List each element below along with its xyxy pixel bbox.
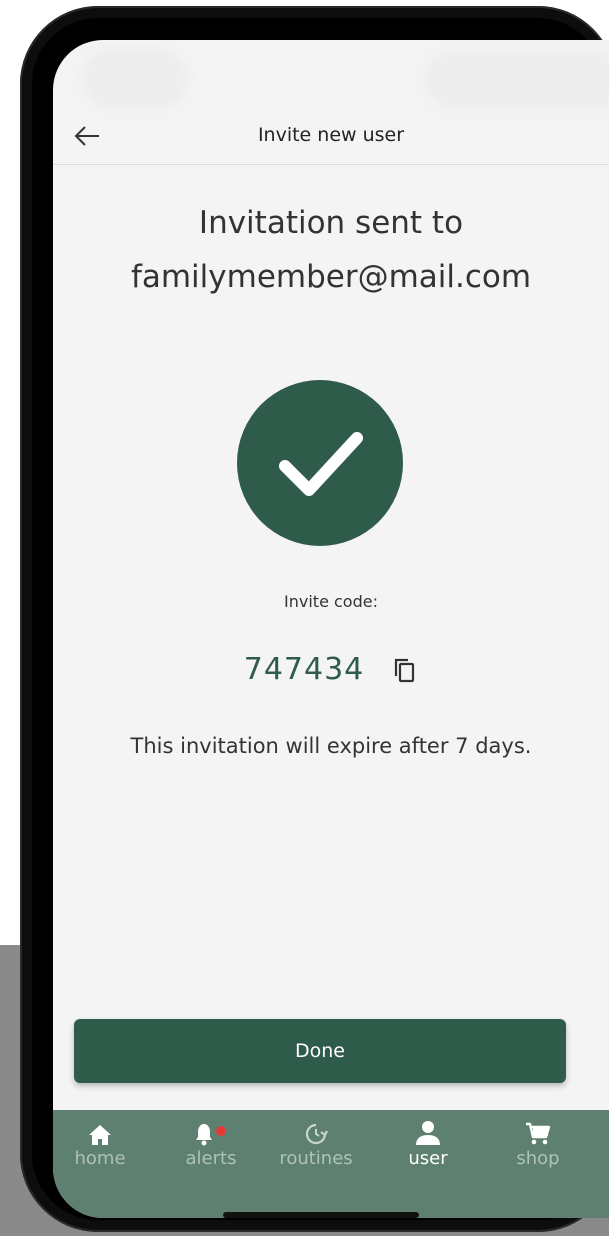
bottom-navigation: home alerts routines user shop bbox=[53, 1110, 609, 1218]
clock-refresh-icon bbox=[305, 1123, 328, 1145]
nav-label-alerts: alerts bbox=[185, 1148, 237, 1169]
nav-item-home[interactable]: home bbox=[55, 1118, 145, 1178]
copy-icon[interactable] bbox=[390, 656, 418, 684]
nav-item-routines[interactable]: routines bbox=[271, 1118, 361, 1178]
nav-label-user: user bbox=[408, 1148, 448, 1169]
home-icon bbox=[89, 1125, 111, 1145]
nav-item-alerts[interactable]: alerts bbox=[166, 1118, 256, 1178]
invite-code-label: Invite code: bbox=[284, 592, 378, 611]
app-screen: Invite new user Invitation sent to famil… bbox=[53, 40, 609, 1218]
status-bar-blur-left bbox=[83, 48, 187, 108]
done-button[interactable]: Done bbox=[74, 1019, 566, 1083]
nav-item-user[interactable]: user bbox=[383, 1118, 473, 1178]
status-bar-blur-right bbox=[425, 52, 609, 108]
user-icon bbox=[416, 1121, 440, 1145]
invitation-heading: Invitation sent to familymember@mail.com bbox=[53, 196, 609, 304]
bell-icon bbox=[196, 1124, 226, 1146]
nav-item-shop[interactable]: shop bbox=[493, 1118, 583, 1178]
invitation-email: familymember@mail.com bbox=[130, 259, 532, 295]
cart-icon bbox=[526, 1122, 551, 1145]
nav-label-shop: shop bbox=[516, 1148, 560, 1169]
top-app-bar: Invite new user bbox=[53, 108, 609, 165]
success-check-icon bbox=[237, 380, 403, 546]
invitation-heading-line1: Invitation sent to bbox=[198, 205, 464, 241]
home-indicator[interactable] bbox=[223, 1212, 419, 1218]
nav-label-routines: routines bbox=[279, 1148, 353, 1169]
invite-code-row: 747434 bbox=[53, 652, 609, 687]
page-title: Invite new user bbox=[257, 124, 405, 146]
invite-code-value: 747434 bbox=[243, 652, 365, 687]
nav-label-home: home bbox=[74, 1148, 126, 1169]
expiry-notice: This invitation will expire after 7 days… bbox=[130, 734, 532, 758]
